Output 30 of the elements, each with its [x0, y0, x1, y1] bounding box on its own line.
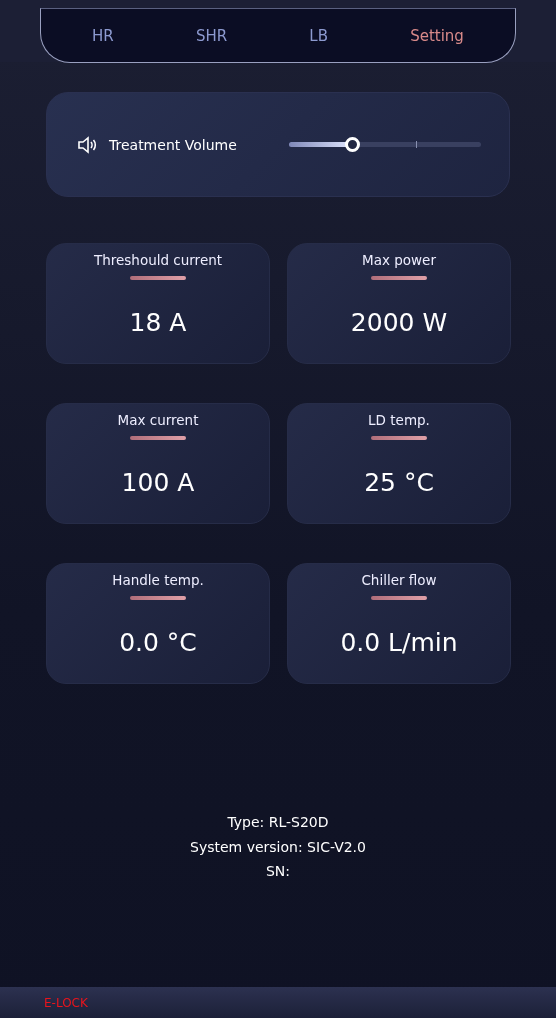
tab[interactable]: Setting: [402, 22, 472, 49]
accent-bar: [371, 436, 427, 440]
info-text: SN:: [265, 862, 291, 881]
metric-value: 100 A: [121, 468, 195, 497]
metric-label: Threshould current: [93, 252, 223, 268]
info-text: System version: SIC-V2.0: [190, 837, 366, 857]
speaker-icon: [77, 134, 97, 155]
slider-thumb[interactable]: [345, 137, 361, 152]
accent-bar: [130, 276, 186, 280]
metric-label: Handle temp.: [112, 572, 204, 588]
tab[interactable]: LB: [301, 22, 336, 49]
metric-value: 0.0 °C: [119, 628, 197, 657]
volume-slider[interactable]: [289, 137, 481, 152]
metric-value: 0.0 L/min: [340, 628, 458, 657]
accent-bar: [130, 596, 186, 600]
metric-value: 18 A: [129, 308, 187, 337]
accent-bar: [371, 276, 427, 280]
metric-value: 2000 W: [350, 308, 448, 337]
tab[interactable]: SHR: [187, 22, 236, 49]
e-lock-status: E-LOCK: [44, 995, 88, 1010]
metric-label: LD temp.: [368, 412, 430, 428]
tab[interactable]: HR: [84, 22, 122, 49]
accent-bar: [130, 436, 186, 440]
metric-value: 25 °C: [364, 468, 434, 497]
metric-label: Max power: [362, 252, 436, 268]
metric-label: Chiller flow: [361, 572, 437, 588]
volume-label: Treatment Volume: [109, 136, 238, 153]
accent-bar: [371, 596, 427, 600]
metric-label: Max current: [117, 412, 199, 428]
info-text: Type: RL-S20D: [227, 813, 329, 832]
